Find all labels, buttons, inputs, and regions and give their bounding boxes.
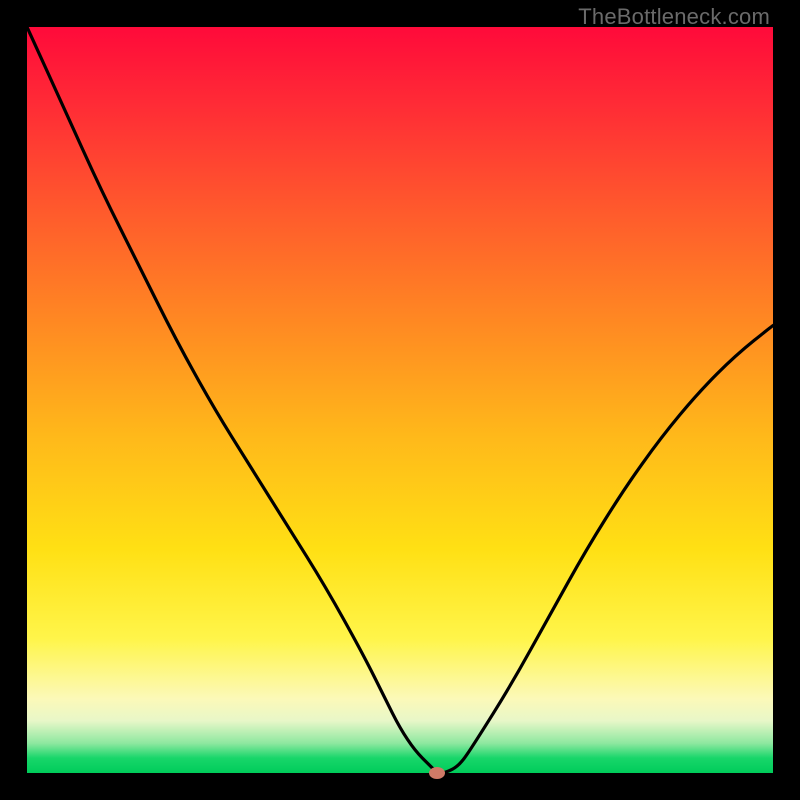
plot-area <box>27 27 773 773</box>
minimum-marker-dot <box>429 767 445 779</box>
chart-frame: TheBottleneck.com <box>0 0 800 800</box>
watermark-text: TheBottleneck.com <box>578 4 770 30</box>
bottleneck-curve <box>27 27 773 773</box>
